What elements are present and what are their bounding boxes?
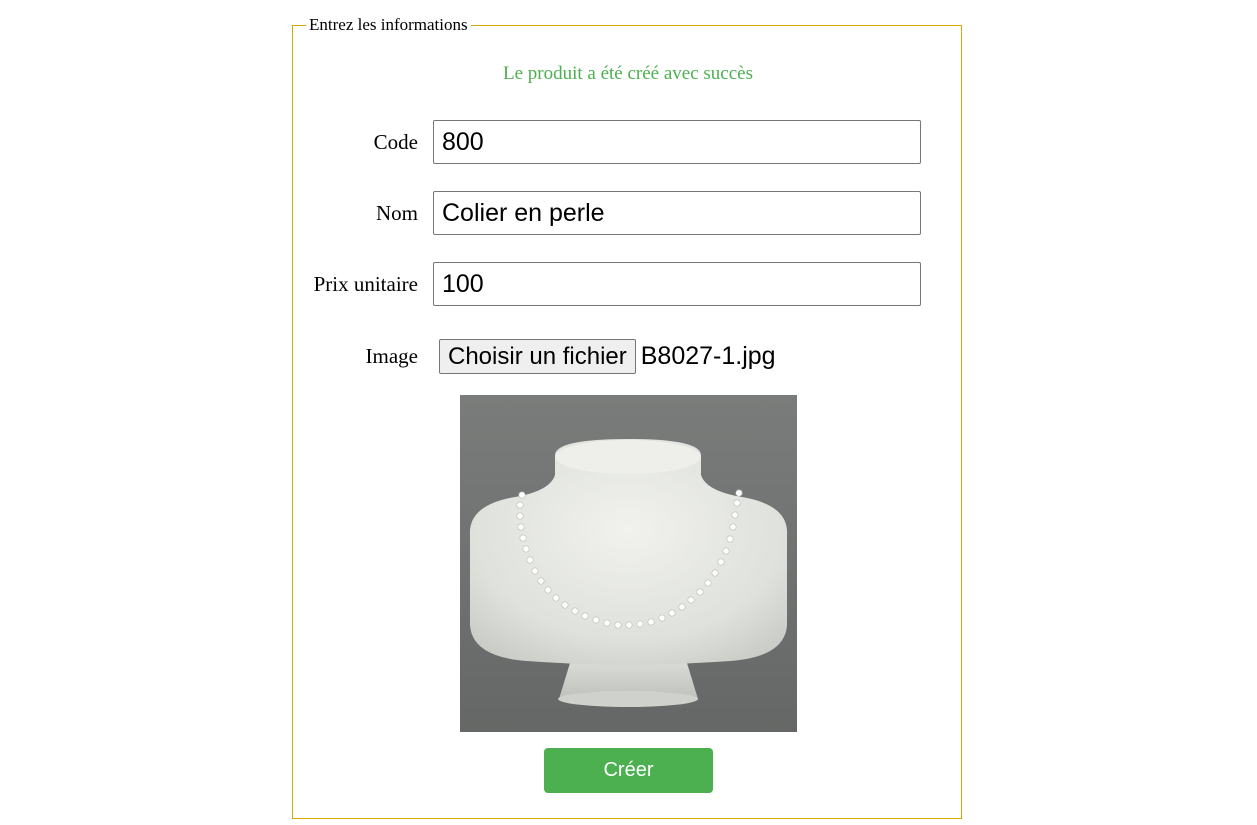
code-label: Code: [373, 130, 418, 154]
product-image: [460, 395, 797, 732]
nom-input[interactable]: Colier en perle: [433, 191, 921, 235]
file-picker: Choisir un fichier B8027-1.jpg: [439, 339, 776, 374]
form-legend: Entrez les informations: [306, 15, 471, 35]
prix-input[interactable]: 100: [433, 262, 921, 306]
nom-label: Nom: [376, 201, 418, 225]
prix-label: Prix unitaire: [313, 272, 418, 296]
success-message: Le produit a été créé avec succès: [502, 63, 753, 84]
choose-file-button[interactable]: Choisir un fichier: [439, 339, 636, 374]
code-input[interactable]: 800: [433, 120, 921, 164]
create-button[interactable]: Créer: [544, 748, 713, 793]
selected-file-name: B8027-1.jpg: [640, 342, 776, 370]
pearl-necklace-icon: [469, 439, 788, 707]
image-label: Image: [365, 344, 418, 368]
